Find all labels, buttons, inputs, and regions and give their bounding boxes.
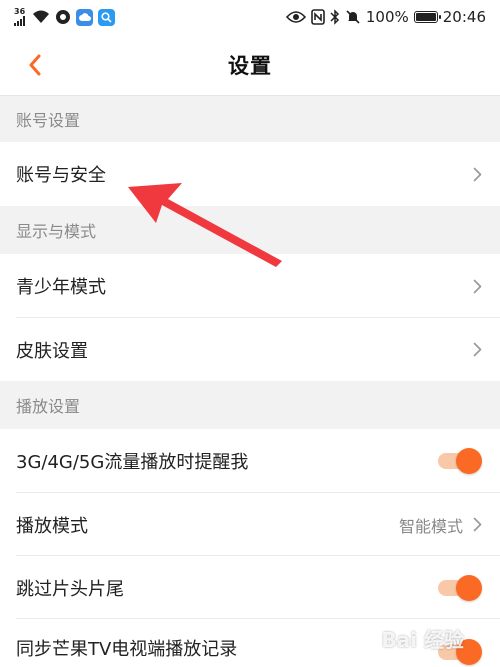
sync-tv-label: 同步芒果TV电视端播放记录: [16, 639, 238, 660]
chevron-right-icon: [473, 279, 482, 293]
chevron-right-icon: [473, 167, 482, 181]
account-security-label: 账号与安全: [16, 165, 106, 186]
youth-mode-label: 青少年模式: [16, 277, 106, 298]
section-header-display: 显示与模式: [0, 206, 500, 254]
status-left: 36: [14, 8, 116, 26]
chevron-right-icon: [473, 342, 482, 357]
cellular-reminder-toggle[interactable]: [438, 448, 482, 474]
chevron-left-icon: [29, 54, 41, 76]
clock: 20:46: [442, 8, 486, 26]
cloud-app-icon: [76, 8, 94, 26]
account-security-item[interactable]: 账号与安全: [0, 142, 500, 206]
app-notification-icon: [56, 10, 71, 24]
status-right: 100% 20:46: [285, 8, 486, 26]
play-mode-value: 智能模式: [398, 516, 463, 536]
baidu-watermark: Bai 经验: [381, 624, 464, 653]
mute-bell-icon: [346, 10, 360, 24]
battery-icon: [413, 11, 441, 23]
wifi-icon: [33, 10, 50, 23]
section-header-account: 账号设置: [0, 96, 500, 142]
bluetooth-icon: [330, 9, 339, 25]
play-mode-label: 播放模式: [16, 515, 88, 537]
nav-bar: 设置: [0, 34, 500, 96]
youth-mode-item[interactable]: 青少年模式: [0, 254, 500, 318]
skin-settings-label: 皮肤设置: [16, 340, 88, 362]
chevron-right-icon: [473, 517, 482, 532]
cellular-reminder-item: 3G/4G/5G流量播放时提醒我: [0, 429, 500, 493]
status-bar: 36 100% 20:46: [0, 0, 500, 34]
nfc-icon: [311, 9, 325, 25]
back-button[interactable]: [20, 50, 50, 80]
section-header-playback: 播放设置: [0, 381, 500, 429]
battery-percent: 100%: [365, 8, 409, 26]
cellular-reminder-label: 3G/4G/5G流量播放时提醒我: [16, 452, 249, 473]
network-indicator: 36: [14, 8, 25, 26]
signal-icon: [14, 16, 25, 26]
skip-intro-toggle[interactable]: [438, 574, 482, 601]
page-title: 设置: [228, 53, 272, 78]
eye-icon: [285, 11, 306, 23]
skip-intro-item: 跳过片头片尾: [0, 556, 500, 619]
watermark-text: Bai 经验: [381, 628, 464, 652]
search-app-icon: [98, 8, 116, 26]
skin-settings-item[interactable]: 皮肤设置: [0, 318, 500, 381]
play-mode-item[interactable]: 播放模式 智能模式: [0, 493, 500, 556]
skip-intro-label: 跳过片头片尾: [16, 578, 124, 600]
